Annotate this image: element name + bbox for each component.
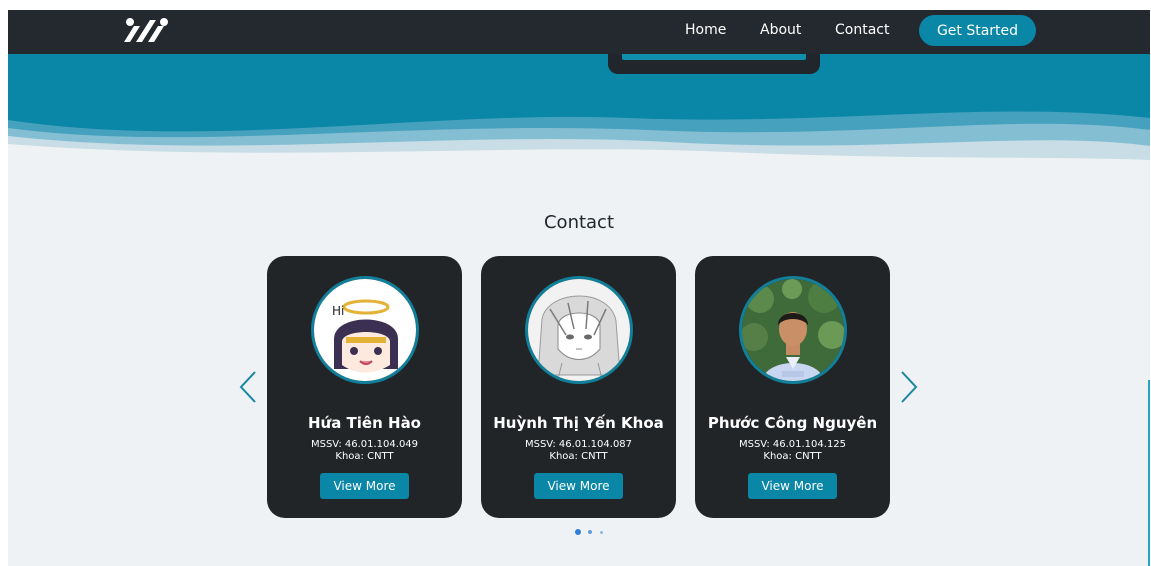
carousel-dot[interactable] bbox=[600, 531, 603, 534]
card-name: Hứa Tiên Hào bbox=[307, 414, 421, 432]
contact-card: Phước Công Nguyên MSSV: 46.01.104.125 Kh… bbox=[695, 256, 890, 518]
carousel-next-icon[interactable] bbox=[898, 370, 920, 404]
navbar: Home About Contact Get Started bbox=[8, 10, 1150, 54]
carousel-dot-active[interactable] bbox=[575, 529, 581, 535]
svg-text:Hi: Hi bbox=[332, 304, 344, 318]
card-mssv: MSSV: 46.01.104.087 bbox=[524, 439, 633, 450]
contact-card: Huỳnh Thị Yến Khoa MSSV: 46.01.104.087 K… bbox=[481, 256, 676, 518]
nav-about-link[interactable]: About bbox=[760, 22, 801, 38]
nav-home-link[interactable]: Home bbox=[685, 22, 726, 38]
card-name: Phước Công Nguyên bbox=[707, 414, 878, 432]
card-mssv: MSSV: 46.01.104.125 bbox=[738, 439, 847, 450]
section-title: Contact bbox=[543, 212, 615, 233]
carousel-dot[interactable] bbox=[588, 530, 592, 534]
sketch-character-avatar-icon bbox=[525, 276, 633, 384]
card-mssv: MSSV: 46.01.104.049 bbox=[310, 439, 419, 450]
carousel-pagination bbox=[575, 528, 611, 536]
anime-girl-hi-avatar-icon: Hi bbox=[311, 276, 419, 384]
card-khoa: Khoa: CNTT bbox=[763, 451, 822, 462]
page-frame: Home About Contact Get Started Contact H… bbox=[8, 10, 1150, 566]
brand-logo-icon[interactable] bbox=[120, 16, 168, 46]
hero-waves bbox=[8, 111, 1150, 180]
view-more-button[interactable]: View More bbox=[534, 473, 623, 499]
view-more-button[interactable]: View More bbox=[320, 473, 409, 499]
nav-contact-link[interactable]: Contact bbox=[835, 22, 889, 38]
card-name: Huỳnh Thị Yến Khoa bbox=[493, 414, 664, 432]
view-more-button[interactable]: View More bbox=[748, 473, 837, 499]
card-khoa: Khoa: CNTT bbox=[335, 451, 394, 462]
student-photo-avatar-icon bbox=[739, 276, 847, 384]
get-started-button[interactable]: Get Started bbox=[919, 15, 1036, 46]
card-khoa: Khoa: CNTT bbox=[549, 451, 608, 462]
scrollbar-edge[interactable] bbox=[1148, 380, 1150, 566]
carousel-prev-icon[interactable] bbox=[237, 370, 259, 404]
contact-card: Hi Hứa Tiên Hào MSSV: 46.01.104.049 Khoa… bbox=[267, 256, 462, 518]
